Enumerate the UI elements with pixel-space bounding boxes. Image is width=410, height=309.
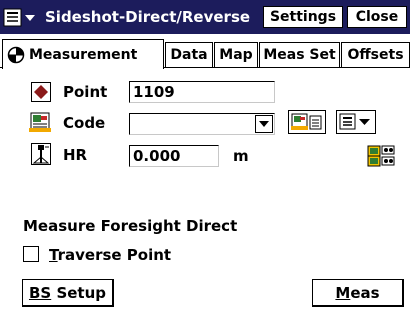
status-message: Measure Foresight Direct	[23, 217, 238, 235]
title-bar: Sideshot-Direct/Reverse Settings Close	[0, 0, 410, 34]
traverse-point-label-mnemonic: T	[49, 246, 58, 264]
point-icon[interactable]	[31, 82, 51, 106]
code-dropdown[interactable]	[129, 113, 275, 135]
code-value	[130, 115, 133, 133]
traverse-point-checkbox[interactable]	[23, 246, 39, 262]
bs-setup-label-rest: Setup	[51, 283, 107, 302]
tab-map[interactable]: Map	[214, 42, 258, 68]
code-attributes-button[interactable]	[288, 110, 326, 134]
bs-setup-button[interactable]: BS Setup	[22, 279, 114, 307]
meas-label-rest: eas	[350, 283, 380, 302]
tab-map-label: Map	[219, 47, 253, 63]
code-list-icon[interactable]	[29, 111, 53, 137]
close-button[interactable]: Close	[347, 6, 407, 28]
chevron-down-icon	[259, 121, 269, 127]
tab-meas-set[interactable]: Meas Set	[259, 42, 340, 68]
window-menu-button[interactable]	[3, 8, 43, 28]
measurement-target-icon	[7, 46, 25, 63]
traverse-point-label-rest: raverse Point	[57, 246, 172, 264]
code-menu-button[interactable]	[336, 110, 376, 134]
point-field[interactable]: 1109	[129, 81, 275, 103]
point-label: Point	[63, 83, 108, 101]
meas-mnemonic: M	[335, 283, 351, 302]
window-title: Sideshot-Direct/Reverse	[45, 8, 251, 26]
code-label: Code	[63, 114, 106, 132]
code-attributes-icon	[291, 113, 322, 130]
tab-offsets-label: Offsets	[347, 47, 404, 63]
hr-label: HR	[63, 146, 88, 164]
meas-button[interactable]: Meas	[312, 279, 404, 307]
traverse-point-label[interactable]: Traverse Point	[49, 246, 171, 264]
tab-data[interactable]: Data	[165, 42, 213, 68]
menu-list-icon	[3, 8, 35, 27]
tab-measurement[interactable]: Measurement	[2, 39, 164, 69]
settings-button[interactable]: Settings	[263, 6, 343, 28]
hr-prism-icon[interactable]	[31, 143, 51, 169]
tab-bar: Measurement Data Map Meas Set Offsets	[0, 36, 410, 69]
bs-setup-mnemonic: BS	[28, 283, 52, 302]
instrument-link-icon[interactable]	[366, 144, 396, 172]
hr-unit: m	[233, 147, 249, 165]
tab-meas-set-label: Meas Set	[263, 47, 336, 63]
tab-offsets[interactable]: Offsets	[341, 42, 410, 68]
code-dropdown-arrow[interactable]	[255, 115, 273, 133]
menu-list-icon	[339, 113, 370, 130]
hr-field[interactable]: 0.000	[129, 145, 219, 167]
tab-measurement-label: Measurement	[29, 46, 138, 63]
tab-data-label: Data	[170, 47, 208, 63]
